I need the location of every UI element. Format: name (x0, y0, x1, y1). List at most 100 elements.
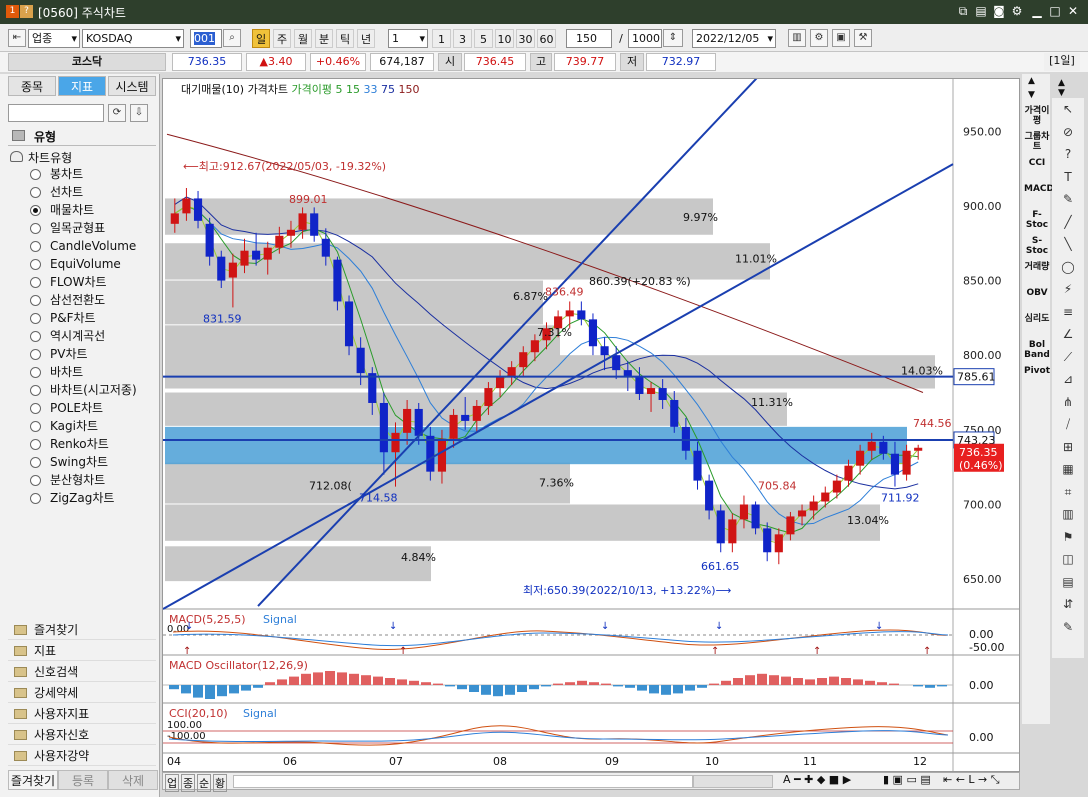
indicator-shortcut[interactable]: Pivot (1024, 366, 1050, 376)
download-icon[interactable]: ⇩ (130, 104, 148, 122)
radio-icon[interactable] (30, 349, 41, 360)
zoom-slider[interactable] (693, 775, 773, 788)
prev-item-icon[interactable]: ⇤ (8, 29, 26, 47)
accordion-item[interactable]: 즐겨찾기 (8, 620, 156, 640)
left-tab-0[interactable]: 종목 (8, 76, 56, 96)
left-bottom-tab-0[interactable]: 즐겨찾기 (8, 770, 58, 790)
chart-type-item[interactable]: CandleVolume (30, 238, 136, 255)
radio-icon[interactable] (30, 367, 41, 378)
indicator-shortcut[interactable]: OBV (1024, 288, 1050, 298)
diag-tool-icon[interactable]: ╲ (1058, 237, 1078, 255)
chart-type-item[interactable]: FLOW차트 (30, 274, 107, 291)
radio-icon[interactable] (30, 295, 41, 306)
range-icon[interactable]: ⇕ (663, 29, 683, 47)
save-icon[interactable]: ▣ (832, 29, 850, 47)
interval-button-5[interactable]: 60 (537, 29, 556, 48)
right-scroll-down-icon[interactable]: ▼ (1058, 88, 1065, 98)
item-search-input[interactable] (8, 104, 104, 122)
sort-icon[interactable]: ⇵ (1058, 597, 1078, 615)
chart-type-item[interactable]: POLE차트 (30, 400, 103, 417)
minimize-icon[interactable]: ▁ (1030, 4, 1044, 18)
chart-type-item[interactable]: 바차트 (30, 364, 83, 381)
window-icon[interactable]: ◫ (1058, 552, 1078, 570)
close-icon[interactable]: ✕ (1066, 4, 1080, 18)
trend-icon[interactable]: ⟋ (1058, 350, 1078, 368)
left-tab-1[interactable]: 지표 (58, 76, 106, 96)
nav-controls-icon[interactable]: ⇤ ← L → ⤡ (943, 773, 1000, 787)
chart-type-item[interactable]: 매물차트 (30, 202, 94, 219)
radio-icon[interactable] (30, 259, 41, 270)
radio-icon[interactable] (30, 205, 41, 216)
code-select[interactable]: KOSDAQ ▾ (82, 29, 184, 48)
channel-icon[interactable]: ≡ (1058, 305, 1078, 323)
indicator-shortcut[interactable]: 그룹차트 (1024, 132, 1050, 152)
date-select[interactable]: 2022/12/05 ▾ (692, 29, 776, 48)
right-scroll-up-icon[interactable]: ▲ (1058, 78, 1065, 88)
cursor-icon[interactable]: ↖ (1058, 102, 1078, 120)
accordion-item[interactable]: 사용자신호 (8, 725, 156, 745)
accordion-item[interactable]: 사용자강약 (8, 746, 156, 766)
radio-icon[interactable] (30, 493, 41, 504)
indicator-shortcut[interactable]: Bol Band (1024, 340, 1050, 360)
chart-type-item[interactable]: 역시계곡선 (30, 328, 105, 345)
chart-type-item[interactable]: Swing차트 (30, 454, 108, 471)
pattern-icon[interactable]: ▦ (1058, 462, 1078, 480)
accordion-item[interactable]: 사용자지표 (8, 704, 156, 724)
flag-icon[interactable]: ⚑ (1058, 530, 1078, 548)
total-input[interactable]: 1000 (628, 29, 662, 48)
indicator-shortcut[interactable]: 심리도 (1024, 314, 1050, 324)
radio-icon[interactable] (30, 403, 41, 414)
table-icon[interactable]: ▥ (1058, 507, 1078, 525)
bottom-tab-2[interactable]: 종 (181, 774, 196, 792)
indicator-shortcut[interactable]: F-Stoc (1024, 210, 1050, 230)
tools-icon[interactable]: ⚒ (854, 29, 872, 47)
interval-button-0[interactable]: 1 (432, 29, 451, 48)
chart-type-item[interactable]: 삼선전환도 (30, 292, 105, 309)
radio-icon[interactable] (30, 385, 41, 396)
radio-icon[interactable] (30, 421, 41, 432)
settings-icon[interactable]: ⚙ (810, 29, 828, 47)
text-tool-icon[interactable]: T (1058, 170, 1078, 188)
count-input[interactable]: 150 (566, 29, 612, 48)
radio-icon[interactable] (30, 241, 41, 252)
chart-type-item[interactable]: 선차트 (30, 184, 83, 201)
circle-tool-icon[interactable]: ◯ (1058, 260, 1078, 278)
chart-icon[interactable]: ▥ (788, 29, 806, 47)
indicator-shortcut[interactable]: CCI (1024, 158, 1050, 168)
left-tab-2[interactable]: 시스템 (108, 76, 156, 96)
market-select[interactable]: 업종 ▾ (28, 29, 80, 48)
radio-icon[interactable] (30, 277, 41, 288)
accordion-item[interactable]: 강세약세 (8, 683, 156, 703)
list-icon[interactable]: ▤ (1058, 575, 1078, 593)
chart-type-item[interactable]: EquiVolume (30, 256, 121, 273)
interval-select[interactable]: 1 ▾ (388, 29, 428, 48)
period-tab-2[interactable]: 월 (294, 29, 312, 48)
line-tool-icon[interactable]: ╱ (1058, 215, 1078, 233)
accordion-item[interactable]: 신호검색 (8, 662, 156, 682)
interval-button-3[interactable]: 10 (495, 29, 514, 48)
radio-icon[interactable] (30, 457, 41, 468)
chart-type-item[interactable]: PV차트 (30, 346, 88, 363)
link-icon[interactable]: ⧉ (956, 4, 970, 18)
zoom-controls-icon[interactable]: A ━ ✚ ◆ ■ ▶ (783, 773, 851, 786)
help-icon[interactable]: ? (20, 5, 33, 18)
chart-type-item[interactable]: ZigZag차트 (30, 490, 114, 507)
camera-icon[interactable]: ◙ (992, 4, 1006, 18)
grid-icon[interactable]: ⊞ (1058, 440, 1078, 458)
search-icon[interactable]: ⌕ (223, 29, 241, 47)
interval-button-1[interactable]: 3 (453, 29, 472, 48)
left-bottom-tab-2[interactable]: 삭제 (108, 770, 158, 790)
radio-icon[interactable] (30, 313, 41, 324)
scroll-down-icon[interactable]: ▼ (1028, 90, 1035, 100)
indicator-shortcut[interactable]: 가격이평 (1024, 106, 1050, 126)
chart-type-item[interactable]: Renko차트 (30, 436, 109, 453)
maximize-icon[interactable]: □ (1048, 4, 1062, 18)
hash-icon[interactable]: ⌗ (1058, 485, 1078, 503)
chart-type-item[interactable]: 바차트(시고저종) (30, 382, 137, 399)
auto-icon[interactable]: ⚡ (1058, 282, 1078, 300)
period-tab-1[interactable]: 주 (273, 29, 291, 48)
pen-icon[interactable]: ✎ (1058, 192, 1078, 210)
gear-icon[interactable]: ⚙ (1010, 4, 1024, 18)
radio-icon[interactable] (30, 439, 41, 450)
bottom-tab-4[interactable]: 황 (213, 774, 228, 792)
